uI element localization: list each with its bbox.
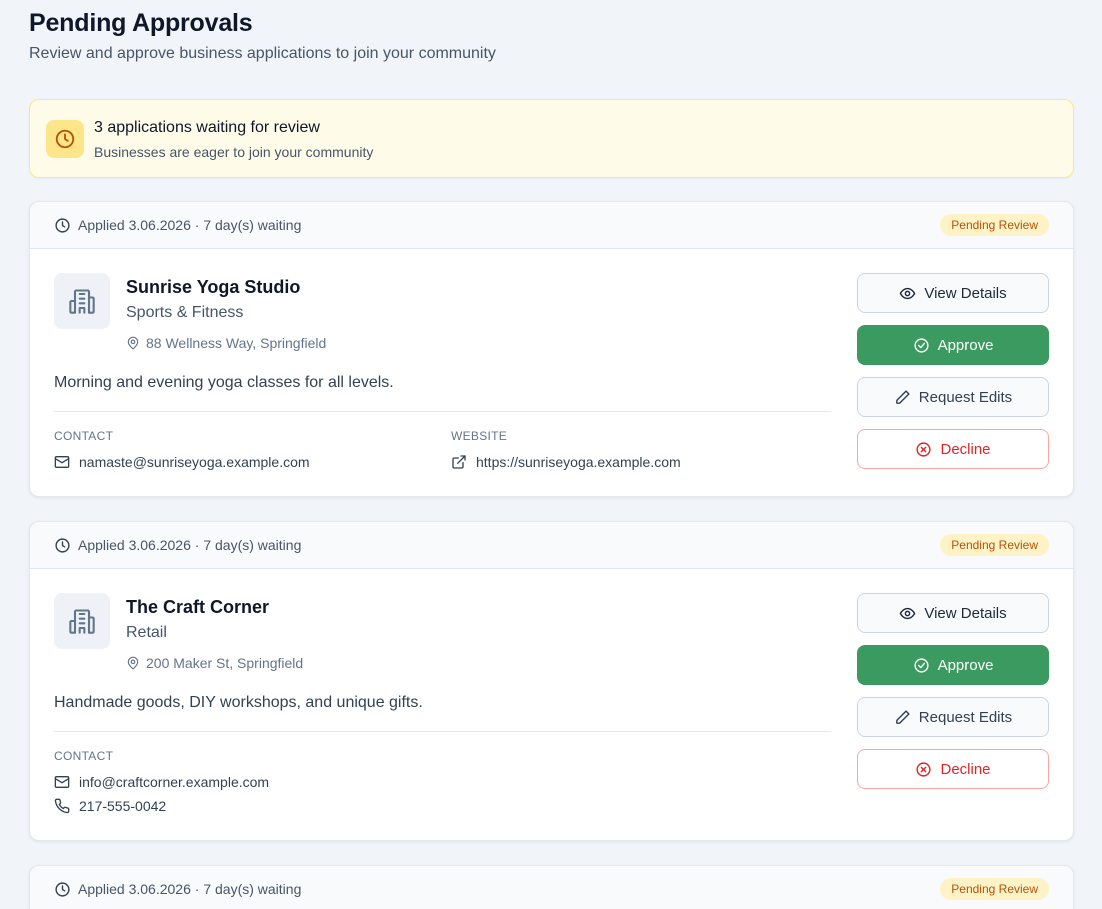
contact-email: namaste@sunriseyoga.example.com	[54, 454, 310, 470]
contact-label: CONTACT	[54, 429, 114, 443]
pending-notice: 3 applications waiting for review Busine…	[29, 99, 1074, 178]
view-details-label: View Details	[924, 604, 1007, 622]
phone-icon	[54, 798, 70, 814]
decline-label: Decline	[940, 760, 991, 778]
eye-icon	[899, 285, 916, 302]
notice-title: 3 applications waiting for review	[94, 119, 320, 136]
status-badge: Pending Review	[940, 534, 1049, 556]
notice-subtitle: Businesses are eager to join your commun…	[94, 144, 374, 160]
approve-button[interactable]: Approve	[857, 645, 1049, 685]
check-circle-icon	[913, 657, 930, 674]
card-header: Applied 3.06.2026 · 7 day(s) waiting Pen…	[30, 202, 1073, 249]
decline-label: Decline	[940, 440, 991, 458]
pencil-icon	[894, 389, 911, 406]
contact-email: info@craftcorner.example.com	[54, 774, 269, 790]
external-link-icon	[451, 454, 467, 470]
business-description: Handmade goods, DIY workshops, and uniqu…	[54, 694, 423, 711]
clock-icon	[54, 537, 71, 554]
applied-date: Applied 3.06.2026 · 7 day(s) waiting	[78, 537, 302, 553]
business-category: Sports & Fitness	[126, 304, 244, 321]
email-text[interactable]: namaste@sunriseyoga.example.com	[79, 454, 310, 470]
status-badge: Pending Review	[940, 878, 1049, 900]
business-address: 200 Maker St, Springfield	[126, 655, 303, 671]
building-icon	[54, 593, 110, 649]
application-card: Applied 3.06.2026 · 7 day(s) waiting Pen…	[29, 201, 1074, 497]
card-header: Applied 3.06.2026 · 7 day(s) waiting Pen…	[30, 866, 1073, 909]
divider	[54, 731, 831, 732]
address-text: 200 Maker St, Springfield	[146, 655, 304, 671]
request-edits-label: Request Edits	[918, 708, 1013, 726]
clock-icon	[46, 120, 84, 158]
x-circle-icon	[915, 761, 932, 778]
applied-date: Applied 3.06.2026 · 7 day(s) waiting	[78, 217, 302, 233]
approve-button[interactable]: Approve	[857, 325, 1049, 365]
view-details-button[interactable]: View Details	[857, 273, 1049, 313]
business-name: The Craft Corner	[126, 597, 270, 617]
email-text[interactable]: info@craftcorner.example.com	[79, 774, 269, 790]
view-details-label: View Details	[924, 284, 1007, 302]
contact-phone: 217-555-0042	[54, 798, 166, 814]
building-icon	[54, 273, 110, 329]
decline-button[interactable]: Decline	[857, 429, 1049, 469]
applied-date: Applied 3.06.2026 · 7 day(s) waiting	[78, 881, 302, 897]
approve-label: Approve	[937, 336, 994, 354]
decline-button[interactable]: Decline	[857, 749, 1049, 789]
business-category: Retail	[126, 624, 167, 641]
card-header: Applied 3.06.2026 · 7 day(s) waiting Pen…	[30, 522, 1073, 569]
map-pin-icon	[126, 336, 140, 350]
request-edits-button[interactable]: Request Edits	[857, 697, 1049, 737]
address-text: 88 Wellness Way, Springfield	[146, 335, 327, 351]
view-details-button[interactable]: View Details	[857, 593, 1049, 633]
page-subtitle: Review and approve business applications…	[29, 45, 496, 62]
status-badge: Pending Review	[940, 214, 1049, 236]
approve-label: Approve	[937, 656, 994, 674]
application-card: Applied 3.06.2026 · 7 day(s) waiting Pen…	[29, 521, 1074, 841]
mail-icon	[54, 454, 70, 470]
business-address: 88 Wellness Way, Springfield	[126, 335, 326, 351]
contact-label: CONTACT	[54, 749, 114, 763]
page-title: Pending Approvals	[29, 9, 253, 37]
request-edits-label: Request Edits	[918, 388, 1013, 406]
clock-icon	[54, 217, 71, 234]
business-description: Morning and evening yoga classes for all…	[54, 374, 394, 391]
request-edits-button[interactable]: Request Edits	[857, 377, 1049, 417]
mail-icon	[54, 774, 70, 790]
divider	[54, 411, 831, 412]
website-label: WEBSITE	[451, 429, 508, 443]
application-card: Applied 3.06.2026 · 7 day(s) waiting Pen…	[29, 865, 1074, 909]
clock-icon	[54, 881, 71, 898]
x-circle-icon	[915, 441, 932, 458]
pencil-icon	[894, 709, 911, 726]
website-link[interactable]: https://sunriseyoga.example.com	[451, 454, 681, 470]
phone-text[interactable]: 217-555-0042	[79, 798, 166, 814]
check-circle-icon	[913, 337, 930, 354]
website-text[interactable]: https://sunriseyoga.example.com	[476, 454, 681, 470]
eye-icon	[899, 605, 916, 622]
map-pin-icon	[126, 656, 140, 670]
business-name: Sunrise Yoga Studio	[126, 277, 301, 297]
